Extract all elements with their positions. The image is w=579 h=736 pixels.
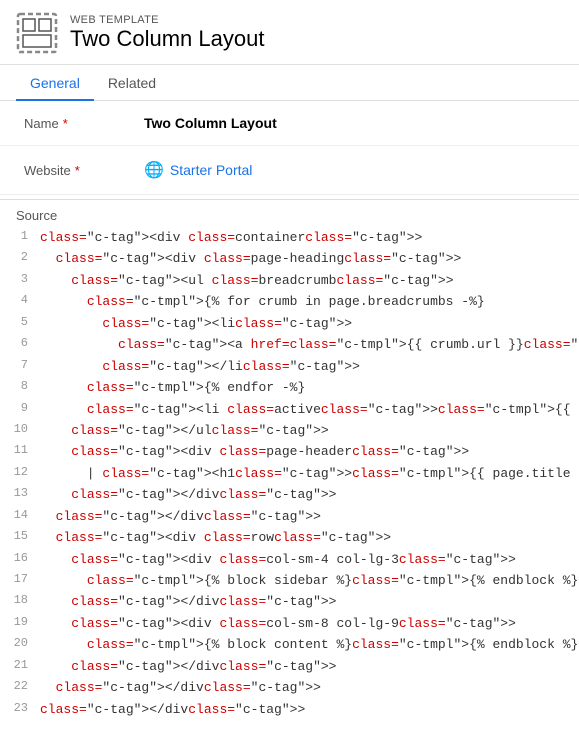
code-line: 13 class="c-tag"></divclass="c-tag">> <box>0 484 579 505</box>
line-content: class="c-tag"><liclass="c-tag">> <box>40 313 352 334</box>
code-line: 9 class="c-tag"><li class=activeclass="c… <box>0 399 579 420</box>
line-number: 22 <box>8 677 40 697</box>
code-line: 20 class="c-tmpl">{% block content %}cla… <box>0 634 579 655</box>
code-block: 1class="c-tag"><div class=containerclass… <box>0 227 579 736</box>
line-number: 13 <box>8 484 40 504</box>
code-line: 3 class="c-tag"><ul class=breadcrumbclas… <box>0 270 579 291</box>
line-content: class="c-tag"></divclass="c-tag">> <box>40 506 321 527</box>
line-content: class="c-tag"></divclass="c-tag">> <box>40 484 336 505</box>
line-content: class="c-tag"><div class=col-sm-8 col-lg… <box>40 613 516 634</box>
form-section: Name * Two Column Layout Website * 🌐 Sta… <box>0 101 579 195</box>
website-value: 🌐 Starter Portal <box>144 160 252 180</box>
header-title: Two Column Layout <box>70 26 264 52</box>
line-content: class="c-tag"><div class=page-headingcla… <box>40 248 461 269</box>
name-required-star: * <box>63 116 68 131</box>
code-line: 16 class="c-tag"><div class=col-sm-4 col… <box>0 549 579 570</box>
code-line: 19 class="c-tag"><div class=col-sm-8 col… <box>0 613 579 634</box>
line-number: 15 <box>8 527 40 547</box>
code-line: 14 class="c-tag"></divclass="c-tag">> <box>0 506 579 527</box>
line-content: class="c-tmpl">{% endfor -%} <box>40 377 305 398</box>
code-line: 2 class="c-tag"><div class=page-headingc… <box>0 248 579 269</box>
line-number: 23 <box>8 699 40 719</box>
line-number: 9 <box>8 399 40 419</box>
line-content: class="c-tag"><ul class=breadcrumbclass=… <box>40 270 454 291</box>
name-label: Name * <box>24 116 144 131</box>
code-line: 23class="c-tag"></divclass="c-tag">> <box>0 699 579 720</box>
line-number: 8 <box>8 377 40 397</box>
globe-icon: 🌐 <box>144 160 164 180</box>
code-line: 7 class="c-tag"></liclass="c-tag">> <box>0 356 579 377</box>
line-number: 1 <box>8 227 40 247</box>
website-required-star: * <box>75 163 80 178</box>
code-line: 17 class="c-tmpl">{% block sidebar %}cla… <box>0 570 579 591</box>
line-number: 7 <box>8 356 40 376</box>
code-line: 6 class="c-tag"><a href=class="c-tmpl">{… <box>0 334 579 355</box>
website-link[interactable]: Starter Portal <box>170 162 252 178</box>
line-content: class="c-tag"><a href=class="c-tmpl">{{ … <box>40 334 579 355</box>
line-number: 19 <box>8 613 40 633</box>
line-content: class="c-tag"><li class=activeclass="c-t… <box>40 399 579 420</box>
line-content: class="c-tag"></divclass="c-tag">> <box>40 591 336 612</box>
code-line: 18 class="c-tag"></divclass="c-tag">> <box>0 591 579 612</box>
code-line: 1class="c-tag"><div class=containerclass… <box>0 227 579 248</box>
line-number: 21 <box>8 656 40 676</box>
code-line: 11 class="c-tag"><div class=page-headerc… <box>0 441 579 462</box>
line-content: | class="c-tag"><h1class="c-tag">>class=… <box>40 463 579 484</box>
line-number: 12 <box>8 463 40 483</box>
line-content: class="c-tag"><div class=col-sm-4 col-lg… <box>40 549 516 570</box>
line-number: 18 <box>8 591 40 611</box>
line-content: class="c-tag"></liclass="c-tag">> <box>40 356 360 377</box>
line-number: 11 <box>8 441 40 461</box>
code-line: 15 class="c-tag"><div class=rowclass="c-… <box>0 527 579 548</box>
line-number: 5 <box>8 313 40 333</box>
code-line: 10 class="c-tag"></ulclass="c-tag">> <box>0 420 579 441</box>
line-number: 20 <box>8 634 40 654</box>
line-content: class="c-tag"><div class=rowclass="c-tag… <box>40 527 391 548</box>
website-row: Website * 🌐 Starter Portal <box>0 146 579 195</box>
line-content: class="c-tag"></divclass="c-tag">> <box>40 699 305 720</box>
line-content: class="c-tmpl">{% block sidebar %}class=… <box>40 570 578 591</box>
line-content: class="c-tag"></divclass="c-tag">> <box>40 656 336 677</box>
tab-general[interactable]: General <box>16 65 94 101</box>
source-label: Source <box>0 200 579 227</box>
page-header-section: WEB TEMPLATE Two Column Layout <box>0 0 579 65</box>
header-subtitle: WEB TEMPLATE <box>70 14 264 26</box>
tab-related[interactable]: Related <box>94 65 170 101</box>
template-icon <box>16 12 58 54</box>
line-number: 17 <box>8 570 40 590</box>
line-content: class="c-tag"><div class=containerclass=… <box>40 227 422 248</box>
line-content: class="c-tag"><div class=page-headerclas… <box>40 441 469 462</box>
name-row: Name * Two Column Layout <box>0 101 579 146</box>
line-content: class="c-tmpl">{% block content %}class=… <box>40 634 578 655</box>
line-content: class="c-tag"></divclass="c-tag">> <box>40 677 321 698</box>
code-line: 8 class="c-tmpl">{% endfor -%} <box>0 377 579 398</box>
name-value: Two Column Layout <box>144 115 277 131</box>
source-section: Source 1class="c-tag"><div class=contain… <box>0 199 579 736</box>
code-line: 12 | class="c-tag"><h1class="c-tag">>cla… <box>0 463 579 484</box>
line-number: 16 <box>8 549 40 569</box>
code-line: 21 class="c-tag"></divclass="c-tag">> <box>0 656 579 677</box>
line-number: 6 <box>8 334 40 354</box>
website-label: Website * <box>24 163 144 178</box>
line-content: class="c-tag"></ulclass="c-tag">> <box>40 420 329 441</box>
header-text: WEB TEMPLATE Two Column Layout <box>70 14 264 52</box>
line-number: 4 <box>8 291 40 311</box>
line-number: 10 <box>8 420 40 440</box>
line-number: 14 <box>8 506 40 526</box>
tab-bar: General Related <box>0 65 579 101</box>
code-line: 22 class="c-tag"></divclass="c-tag">> <box>0 677 579 698</box>
line-number: 2 <box>8 248 40 268</box>
line-number: 3 <box>8 270 40 290</box>
code-line: 5 class="c-tag"><liclass="c-tag">> <box>0 313 579 334</box>
line-content: class="c-tmpl">{% for crumb in page.brea… <box>40 291 485 312</box>
code-line: 4 class="c-tmpl">{% for crumb in page.br… <box>0 291 579 312</box>
